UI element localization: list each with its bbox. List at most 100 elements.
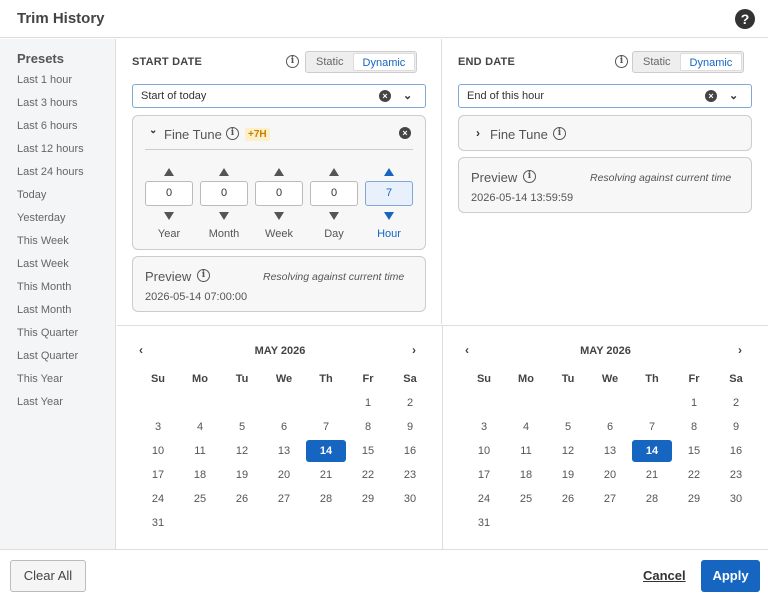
calendar-day[interactable]: 7 xyxy=(306,416,346,438)
close-icon[interactable]: × xyxy=(399,127,411,139)
calendar-day[interactable]: 29 xyxy=(348,488,388,510)
calendar-day[interactable]: 21 xyxy=(632,464,672,486)
calendar-day-selected[interactable]: 14 xyxy=(306,440,346,462)
calendar-day[interactable]: 8 xyxy=(348,416,388,438)
calendar-day[interactable]: 30 xyxy=(716,488,756,510)
calendar-day[interactable]: 17 xyxy=(138,464,178,486)
start-dynamic-button[interactable]: Dynamic xyxy=(352,53,416,71)
preset-item[interactable]: Last 3 hours xyxy=(17,97,78,109)
calendar-day[interactable]: 13 xyxy=(590,440,630,462)
chevron-right-icon[interactable]: › xyxy=(476,126,480,140)
next-month-button[interactable]: › xyxy=(738,343,742,357)
calendar-day[interactable]: 15 xyxy=(674,440,714,462)
calendar-day[interactable]: 13 xyxy=(264,440,304,462)
calendar-day[interactable]: 11 xyxy=(180,440,220,462)
calendar-day[interactable]: 19 xyxy=(548,464,588,486)
calendar-day[interactable]: 10 xyxy=(138,440,178,462)
calendar-day[interactable]: 23 xyxy=(716,464,756,486)
calendar-day-selected[interactable]: 14 xyxy=(632,440,672,462)
calendar-day[interactable]: 20 xyxy=(590,464,630,486)
increment-week-icon[interactable] xyxy=(274,168,284,176)
preset-item[interactable]: Today xyxy=(17,189,46,201)
start-preset-select[interactable]: Start of today × ⌄ xyxy=(132,84,426,108)
calendar-day[interactable]: 2 xyxy=(390,392,430,414)
calendar-day[interactable]: 12 xyxy=(222,440,262,462)
calendar-day[interactable]: 9 xyxy=(390,416,430,438)
calendar-day[interactable]: 11 xyxy=(506,440,546,462)
calendar-day[interactable]: 1 xyxy=(674,392,714,414)
decrement-day-icon[interactable] xyxy=(329,212,339,220)
next-month-button[interactable]: › xyxy=(412,343,416,357)
clear-icon[interactable]: × xyxy=(705,90,717,102)
calendar-day[interactable]: 31 xyxy=(464,512,504,534)
calendar-day[interactable]: 19 xyxy=(222,464,262,486)
apply-button[interactable]: Apply xyxy=(701,560,760,592)
increment-hour-icon[interactable] xyxy=(384,168,394,176)
calendar-day[interactable]: 30 xyxy=(390,488,430,510)
start-static-button[interactable]: Static xyxy=(307,53,353,71)
preview-info-icon[interactable]: i xyxy=(523,170,536,183)
chevron-down-icon[interactable]: ⌄ xyxy=(729,89,738,102)
preset-item[interactable]: This Year xyxy=(17,373,63,385)
calendar-day[interactable]: 18 xyxy=(180,464,220,486)
increment-day-icon[interactable] xyxy=(329,168,339,176)
fine-tune-info-icon[interactable]: i xyxy=(553,127,566,140)
preset-item[interactable]: Last Week xyxy=(17,258,69,270)
preset-item[interactable]: This Week xyxy=(17,235,69,247)
clear-all-button[interactable]: Clear All xyxy=(10,560,86,592)
calendar-day[interactable]: 9 xyxy=(716,416,756,438)
calendar-day[interactable]: 6 xyxy=(590,416,630,438)
calendar-day[interactable]: 16 xyxy=(716,440,756,462)
calendar-day[interactable]: 28 xyxy=(632,488,672,510)
calendar-day[interactable]: 23 xyxy=(390,464,430,486)
calendar-day[interactable]: 29 xyxy=(674,488,714,510)
calendar-day[interactable]: 31 xyxy=(138,512,178,534)
calendar-day[interactable]: 25 xyxy=(506,488,546,510)
preset-item[interactable]: This Quarter xyxy=(17,327,78,339)
clear-icon[interactable]: × xyxy=(379,90,391,102)
calendar-day[interactable]: 10 xyxy=(464,440,504,462)
preset-item[interactable]: Last 24 hours xyxy=(17,166,84,178)
chevron-down-icon[interactable]: ⌄ xyxy=(149,125,157,136)
decrement-hour-icon[interactable] xyxy=(384,212,394,220)
end-preset-select[interactable]: End of this hour × ⌄ xyxy=(458,84,752,108)
calendar-day[interactable]: 24 xyxy=(464,488,504,510)
preset-item[interactable]: Last 1 hour xyxy=(17,74,72,86)
chevron-down-icon[interactable]: ⌄ xyxy=(403,89,412,102)
end-dynamic-button[interactable]: Dynamic xyxy=(679,53,743,71)
calendar-day[interactable]: 1 xyxy=(348,392,388,414)
calendar-day[interactable]: 21 xyxy=(306,464,346,486)
preset-item[interactable]: Yesterday xyxy=(17,212,66,224)
calendar-day[interactable]: 2 xyxy=(716,392,756,414)
preset-item[interactable]: Last 12 hours xyxy=(17,143,84,155)
hour-offset-input[interactable]: 7 xyxy=(365,181,413,206)
end-fine-tune-panel[interactable]: › Fine Tune i xyxy=(458,115,752,151)
year-offset-input[interactable]: 0 xyxy=(145,181,193,206)
calendar-day[interactable]: 22 xyxy=(674,464,714,486)
help-icon[interactable]: ? xyxy=(735,9,755,29)
calendar-day[interactable]: 22 xyxy=(348,464,388,486)
decrement-month-icon[interactable] xyxy=(219,212,229,220)
calendar-day[interactable]: 26 xyxy=(222,488,262,510)
end-static-button[interactable]: Static xyxy=(634,53,680,71)
start-info-icon[interactable]: i xyxy=(286,55,299,68)
calendar-day[interactable]: 5 xyxy=(222,416,262,438)
day-offset-input[interactable]: 0 xyxy=(310,181,358,206)
preset-item[interactable]: Last 6 hours xyxy=(17,120,78,132)
calendar-day[interactable]: 8 xyxy=(674,416,714,438)
increment-year-icon[interactable] xyxy=(164,168,174,176)
calendar-day[interactable]: 28 xyxy=(306,488,346,510)
week-offset-input[interactable]: 0 xyxy=(255,181,303,206)
preset-item[interactable]: Last Quarter xyxy=(17,350,78,362)
preview-info-icon[interactable]: i xyxy=(197,269,210,282)
calendar-day[interactable]: 17 xyxy=(464,464,504,486)
calendar-day[interactable]: 3 xyxy=(138,416,178,438)
calendar-day[interactable]: 5 xyxy=(548,416,588,438)
decrement-year-icon[interactable] xyxy=(164,212,174,220)
calendar-day[interactable]: 27 xyxy=(264,488,304,510)
calendar-day[interactable]: 18 xyxy=(506,464,546,486)
end-info-icon[interactable]: i xyxy=(615,55,628,68)
calendar-day[interactable]: 12 xyxy=(548,440,588,462)
calendar-day[interactable]: 24 xyxy=(138,488,178,510)
calendar-day[interactable]: 4 xyxy=(180,416,220,438)
